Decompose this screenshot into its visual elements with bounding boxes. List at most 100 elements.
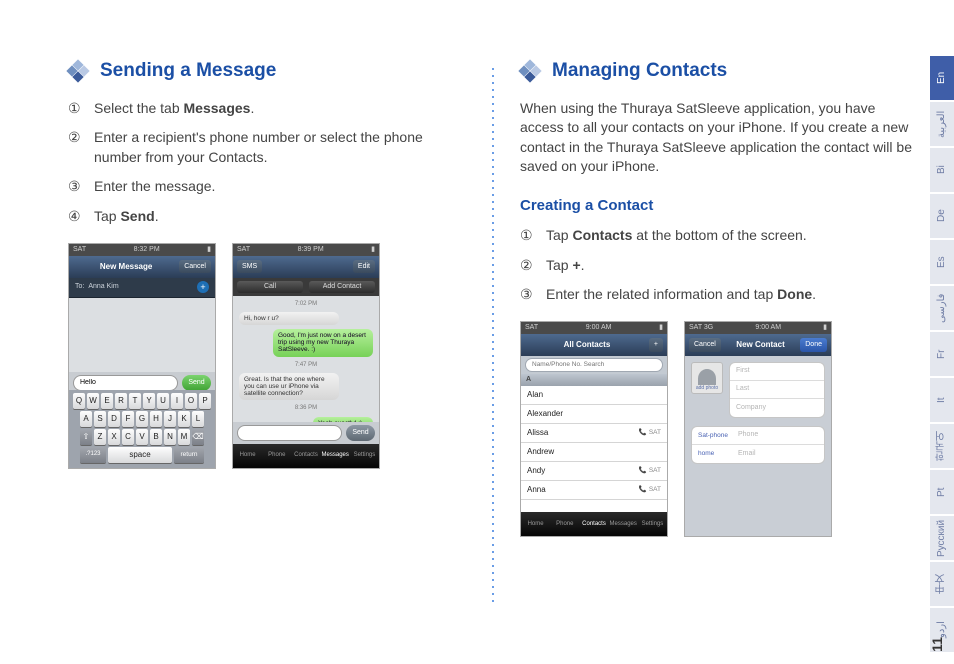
- return-key[interactable]: return: [174, 447, 204, 463]
- done-button[interactable]: Done: [800, 338, 827, 352]
- send-button[interactable]: Send: [346, 425, 375, 441]
- add-photo-button[interactable]: add photo: [691, 362, 723, 394]
- key[interactable]: G: [136, 411, 148, 427]
- key[interactable]: P: [199, 393, 211, 409]
- step-number: ②: [520, 256, 538, 276]
- tab-settings[interactable]: Settings: [350, 451, 379, 459]
- tab-settings[interactable]: Settings: [638, 520, 667, 528]
- tab-messages[interactable]: Messages: [609, 520, 638, 528]
- tab-home[interactable]: Home: [521, 520, 550, 528]
- contact-row[interactable]: Anna📞 SAT: [521, 481, 667, 500]
- clock-label: 9:00 AM: [586, 323, 612, 333]
- lang-tab-de[interactable]: De: [930, 194, 954, 238]
- key[interactable]: L: [192, 411, 204, 427]
- lang-tab-es[interactable]: Es: [930, 240, 954, 284]
- key[interactable]: Y: [143, 393, 155, 409]
- tab-messages[interactable]: Messages: [321, 451, 350, 459]
- call-button[interactable]: Call: [237, 281, 303, 293]
- key[interactable]: V: [136, 429, 148, 445]
- add-contact-button[interactable]: +: [649, 338, 663, 352]
- key[interactable]: O: [185, 393, 197, 409]
- cancel-button[interactable]: Cancel: [689, 338, 721, 352]
- key[interactable]: B: [150, 429, 162, 445]
- to-field[interactable]: To: Anna Kim +: [69, 278, 215, 298]
- key[interactable]: K: [178, 411, 190, 427]
- contact-row[interactable]: Alan: [521, 386, 667, 405]
- subsection-title: Creating a Contact: [520, 195, 918, 216]
- search-input[interactable]: [525, 358, 663, 372]
- shift-key[interactable]: ⇧: [80, 429, 92, 445]
- key[interactable]: R: [115, 393, 127, 409]
- key[interactable]: C: [122, 429, 134, 445]
- clock-label: 8:32 PM: [134, 245, 160, 255]
- message-bubble-incoming: Hi, how r u?: [239, 312, 339, 325]
- lang-tab-ar[interactable]: العربية: [930, 102, 954, 146]
- key[interactable]: J: [164, 411, 176, 427]
- lang-tab-en[interactable]: En: [930, 56, 954, 100]
- back-button[interactable]: SMS: [237, 260, 262, 274]
- step-number: ③: [520, 285, 538, 305]
- nav-title: New Contact: [736, 339, 784, 350]
- lang-tab-bi[interactable]: Bi: [930, 148, 954, 192]
- lang-tab-ru[interactable]: Русский: [930, 516, 954, 560]
- contact-row[interactable]: Andrew: [521, 443, 667, 462]
- tab-phone[interactable]: Phone: [262, 451, 291, 459]
- step-text: Enter the related information and tap Do…: [546, 285, 918, 305]
- contact-row[interactable]: Andy📞 SAT: [521, 462, 667, 481]
- section-title: Sending a Message: [100, 58, 276, 85]
- backspace-key[interactable]: ⌫: [192, 429, 204, 445]
- message-bubble-incoming: Great. Is that the one where you can use…: [239, 373, 339, 400]
- lang-tab-fr[interactable]: Fr: [930, 332, 954, 376]
- key[interactable]: Z: [94, 429, 106, 445]
- key[interactable]: M: [178, 429, 190, 445]
- key[interactable]: W: [87, 393, 99, 409]
- key[interactable]: F: [122, 411, 134, 427]
- message-input[interactable]: [237, 425, 342, 441]
- cancel-button[interactable]: Cancel: [179, 260, 211, 274]
- tab-contacts[interactable]: Contacts: [291, 451, 320, 459]
- key[interactable]: E: [101, 393, 113, 409]
- lang-tab-zh[interactable]: 中文: [930, 562, 954, 606]
- message-bubble-outgoing: Good, I'm just now on a desert trip usin…: [273, 329, 373, 356]
- edit-button[interactable]: Edit: [353, 260, 375, 274]
- first-name-field[interactable]: First: [730, 363, 824, 381]
- index-header: A: [521, 374, 667, 386]
- add-contact-button[interactable]: Add Contact: [309, 281, 375, 293]
- key[interactable]: T: [129, 393, 141, 409]
- key[interactable]: I: [171, 393, 183, 409]
- key[interactable]: N: [164, 429, 176, 445]
- last-name-field[interactable]: Last: [730, 381, 824, 399]
- tab-contacts[interactable]: Contacts: [579, 520, 608, 528]
- section-title: Managing Contacts: [552, 58, 727, 85]
- contact-row[interactable]: Alexander: [521, 405, 667, 424]
- key[interactable]: D: [108, 411, 120, 427]
- steps-list: ① Select the tab Messages. ② Enter a rec…: [68, 99, 466, 227]
- key[interactable]: Q: [73, 393, 85, 409]
- timestamp: 8:36 PM: [233, 404, 379, 412]
- key[interactable]: U: [157, 393, 169, 409]
- company-field[interactable]: Company: [730, 399, 824, 417]
- battery-icon: ▮: [371, 245, 375, 255]
- key[interactable]: S: [94, 411, 106, 427]
- lang-tab-fa[interactable]: فارسی: [930, 286, 954, 330]
- key[interactable]: H: [150, 411, 162, 427]
- carrier-label: SAT: [525, 323, 538, 333]
- add-recipient-icon[interactable]: +: [197, 281, 209, 293]
- mode-key[interactable]: .?123: [80, 447, 106, 463]
- lang-tab-pt[interactable]: Pt: [930, 470, 954, 514]
- tab-home[interactable]: Home: [233, 451, 262, 459]
- step-item: ② Enter a recipient's phone number or se…: [68, 128, 466, 167]
- compose-bar: Send: [233, 422, 379, 444]
- lang-tab-ko[interactable]: 한국어: [930, 424, 954, 468]
- message-input[interactable]: [73, 375, 178, 391]
- space-key[interactable]: space: [108, 447, 172, 463]
- keyboard[interactable]: Q W E R T Y U I O P A: [69, 390, 215, 468]
- tab-phone[interactable]: Phone: [550, 520, 579, 528]
- key[interactable]: X: [108, 429, 120, 445]
- contact-row[interactable]: Alissa📞 SAT: [521, 424, 667, 443]
- email-field[interactable]: home Email: [692, 445, 824, 463]
- lang-tab-it[interactable]: It: [930, 378, 954, 422]
- key[interactable]: A: [80, 411, 92, 427]
- phone-field[interactable]: Sat-phone Phone: [692, 427, 824, 445]
- send-button[interactable]: Send: [182, 375, 211, 391]
